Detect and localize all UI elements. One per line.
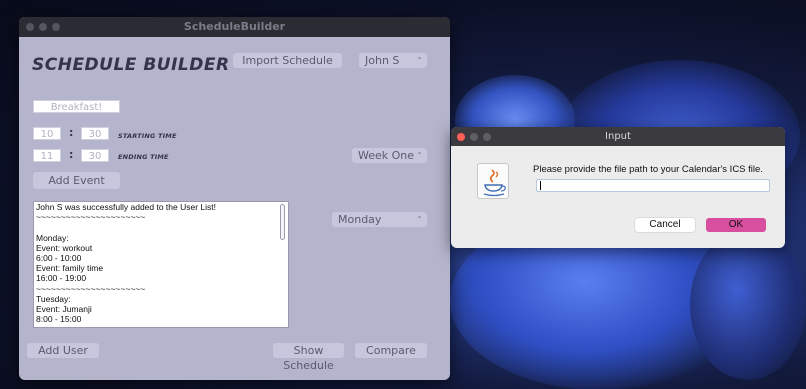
log-line: Event: family time [36, 263, 104, 274]
log-lines: John S was successfully added to the Use… [34, 202, 288, 327]
dialog-title: Input [605, 131, 631, 142]
schedule-log-textarea[interactable]: John S was successfully added to the Use… [33, 201, 289, 328]
import-schedule-button[interactable]: Import Schedule [233, 53, 342, 68]
log-line: ~~~~~~~~~~~~~~~~~~~~~~ [36, 283, 146, 294]
start-hour-field[interactable]: 10 [33, 127, 61, 140]
log-line: ~~~~~~~~~~~~~~~~~~~~~~ [36, 212, 146, 223]
minimize-window-button[interactable] [39, 23, 47, 31]
window-titlebar[interactable]: ScheduleBuilder [19, 17, 450, 37]
dialog-message: Please provide the file path to your Cal… [533, 164, 763, 175]
dialog-titlebar[interactable]: Input [451, 127, 785, 146]
log-line: ~~~~~~~~~~~~~~~~~~~~~~ [34, 324, 288, 327]
close-dialog-button[interactable] [457, 133, 465, 141]
event-name-field[interactable]: Breakfast! [33, 100, 120, 113]
compare-button[interactable]: Compare [355, 343, 427, 358]
window-title: ScheduleBuilder [183, 20, 286, 33]
zoom-window-button[interactable] [52, 23, 60, 31]
end-hour-field[interactable]: 11 [33, 149, 61, 162]
zoom-dialog-button[interactable] [483, 133, 491, 141]
close-window-button[interactable] [26, 23, 34, 31]
input-dialog: Input Please provide the file path to yo… [451, 127, 785, 248]
start-minute-field[interactable]: 30 [81, 127, 109, 140]
log-line: John S was successfully added to the Use… [36, 202, 217, 212]
week-select[interactable]: Week One ⌃︎ [352, 148, 427, 163]
user-select[interactable]: John S ⌃︎ [359, 53, 427, 68]
schedule-builder-window: ScheduleBuilder SCHEDULE BUILDER Import … [19, 17, 450, 380]
time-separator: : [69, 126, 74, 139]
user-select-value: John S [365, 54, 400, 67]
ending-time-label: ENDING TIME [118, 153, 169, 161]
log-line: Event: Jumanji [36, 304, 92, 315]
java-coffee-icon [477, 163, 509, 199]
day-select[interactable]: Monday ⌃︎ [332, 212, 427, 227]
cancel-button[interactable]: Cancel [635, 218, 695, 232]
text-caret [540, 181, 541, 190]
chevron-updown-icon: ⌃︎ [416, 215, 423, 224]
chevron-updown-icon: ⌃︎ [416, 56, 423, 65]
log-line: Event: workout [36, 242, 93, 253]
log-scrollbar[interactable] [280, 204, 285, 240]
starting-time-label: STARTING TIME [118, 132, 177, 140]
log-line: 8:00 - 15:00 [36, 314, 82, 325]
ok-button[interactable]: OK [706, 218, 766, 232]
chevron-updown-icon: ⌃︎ [416, 151, 423, 160]
time-separator: : [69, 148, 74, 161]
log-line: Tuesday: [36, 293, 71, 304]
end-minute-field[interactable]: 30 [81, 149, 109, 162]
log-line: Monday: [36, 232, 69, 243]
wallpaper-flower [690, 230, 806, 380]
day-select-value: Monday [338, 213, 382, 226]
log-line: 6:00 - 10:00 [36, 253, 82, 264]
add-event-button[interactable]: Add Event [33, 172, 120, 189]
show-schedule-button[interactable]: Show Schedule [273, 343, 344, 372]
log-line: 16:00 - 19:00 [36, 273, 87, 284]
file-path-input[interactable] [536, 179, 770, 192]
week-select-value: Week One [358, 149, 415, 162]
minimize-dialog-button[interactable] [470, 133, 478, 141]
add-user-button[interactable]: Add User [27, 343, 99, 358]
app-title: SCHEDULE BUILDER [32, 55, 230, 75]
